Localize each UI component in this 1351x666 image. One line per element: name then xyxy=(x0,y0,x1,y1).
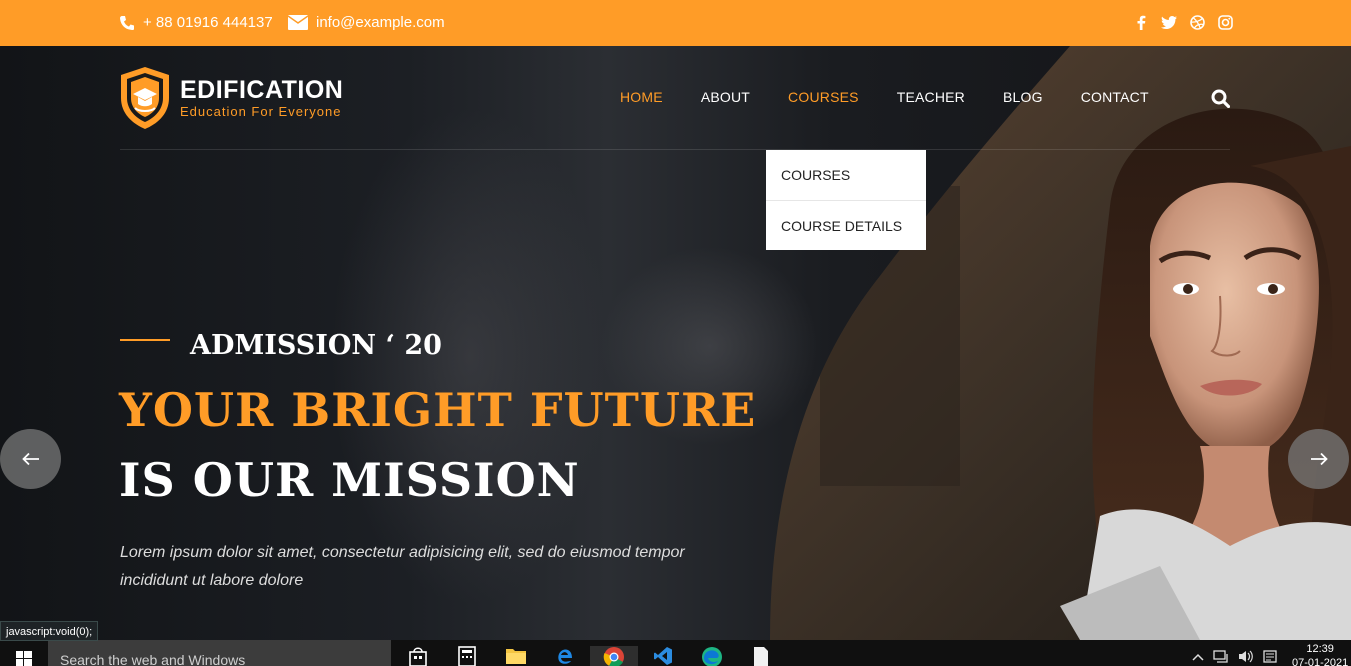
link-status-tooltip: javascript:void(0); xyxy=(0,621,99,641)
folder-icon xyxy=(506,649,526,664)
document-icon xyxy=(754,647,768,666)
dropdown-item-course-details[interactable]: COURSE DETAILS xyxy=(766,200,926,250)
hero-headline-secondary: IS OUR MISSION xyxy=(119,453,580,507)
calculator-icon xyxy=(458,646,476,666)
header-divider xyxy=(120,149,1230,150)
courses-dropdown-menu: COURSES COURSE DETAILS xyxy=(766,150,926,250)
taskbar-file-explorer-app[interactable] xyxy=(492,646,540,666)
nav-item-home[interactable]: HOME xyxy=(620,89,663,105)
volume-icon[interactable] xyxy=(1238,650,1254,666)
keyboard-icon[interactable] xyxy=(1263,650,1277,666)
hero-headline-primary: YOUR BRIGHT FUTURE xyxy=(119,383,757,437)
taskbar-calculator-app[interactable] xyxy=(443,646,491,666)
network-icon[interactable] xyxy=(1213,650,1229,666)
instagram-icon[interactable] xyxy=(1217,14,1233,30)
edge-icon xyxy=(702,647,722,666)
taskbar-store-app[interactable] xyxy=(394,646,442,666)
kicker-accent-line xyxy=(120,339,170,341)
internet-explorer-icon xyxy=(558,649,572,664)
arrow-left-icon xyxy=(21,452,39,466)
brand-name: EDIFICATION xyxy=(180,76,344,104)
chevron-up-icon[interactable] xyxy=(1192,650,1204,666)
nav-item-teacher[interactable]: TEACHER xyxy=(897,89,965,105)
slider-prev-button[interactable] xyxy=(0,429,61,489)
windows-logo-icon xyxy=(16,651,32,666)
search-button[interactable] xyxy=(1211,89,1231,113)
clock-time: 12:39 xyxy=(1306,643,1334,655)
envelope-icon xyxy=(288,15,308,30)
start-button[interactable] xyxy=(16,651,32,666)
site-logo[interactable]: EDIFICATION Education For Everyone xyxy=(119,66,343,130)
taskbar-notepad-app[interactable] xyxy=(737,646,785,666)
search-icon xyxy=(1211,89,1231,109)
nav-item-blog[interactable]: BLOG xyxy=(1003,89,1043,105)
clock-date: 07-01-2021 xyxy=(1292,657,1349,666)
nav-item-courses[interactable]: COURSES xyxy=(788,89,859,105)
taskbar-search-box[interactable]: Search the web and Windows xyxy=(48,640,391,666)
hero-kicker: ADMISSION ‘ 20 xyxy=(190,330,442,361)
social-links xyxy=(1133,14,1233,30)
twitter-icon[interactable] xyxy=(1161,14,1177,30)
store-icon xyxy=(409,647,427,666)
taskbar-ie-app[interactable] xyxy=(541,646,589,666)
email-address: info@example.com xyxy=(316,14,445,31)
hero-description: Lorem ipsum dolor sit amet, consectetur … xyxy=(120,544,685,589)
taskbar-vscode-app[interactable] xyxy=(639,646,687,666)
main-navigation: HOME ABOUT COURSES TEACHER BLOG CONTACT xyxy=(620,89,1187,105)
taskbar-chrome-app[interactable] xyxy=(590,646,638,666)
dribbble-icon[interactable] xyxy=(1189,14,1205,30)
chrome-icon xyxy=(603,647,624,666)
system-tray xyxy=(1192,650,1277,666)
slider-next-button[interactable] xyxy=(1288,429,1349,489)
email-contact[interactable]: info@example.com xyxy=(288,14,445,31)
taskbar-edge-app[interactable] xyxy=(688,646,736,666)
top-contact-bar: + 88 01916 444137 info@example.com xyxy=(0,0,1351,46)
shield-logo-icon xyxy=(121,67,169,129)
vscode-icon xyxy=(654,647,672,665)
windows-taskbar: Search the web and Windows 12:39 07-01-2… xyxy=(0,640,1351,666)
phone-number: + 88 01916 444137 xyxy=(143,14,273,31)
nav-item-about[interactable]: ABOUT xyxy=(701,89,750,105)
brand-tagline: Education For Everyone xyxy=(180,104,342,119)
facebook-icon[interactable] xyxy=(1133,14,1149,30)
arrow-right-icon xyxy=(1310,452,1328,466)
phone-icon xyxy=(120,15,134,30)
taskbar-clock[interactable]: 12:39 07-01-2021 xyxy=(1292,642,1348,666)
nav-item-contact[interactable]: CONTACT xyxy=(1081,89,1149,105)
dropdown-item-courses[interactable]: COURSES xyxy=(766,150,926,200)
phone-contact[interactable]: + 88 01916 444137 xyxy=(119,14,273,31)
